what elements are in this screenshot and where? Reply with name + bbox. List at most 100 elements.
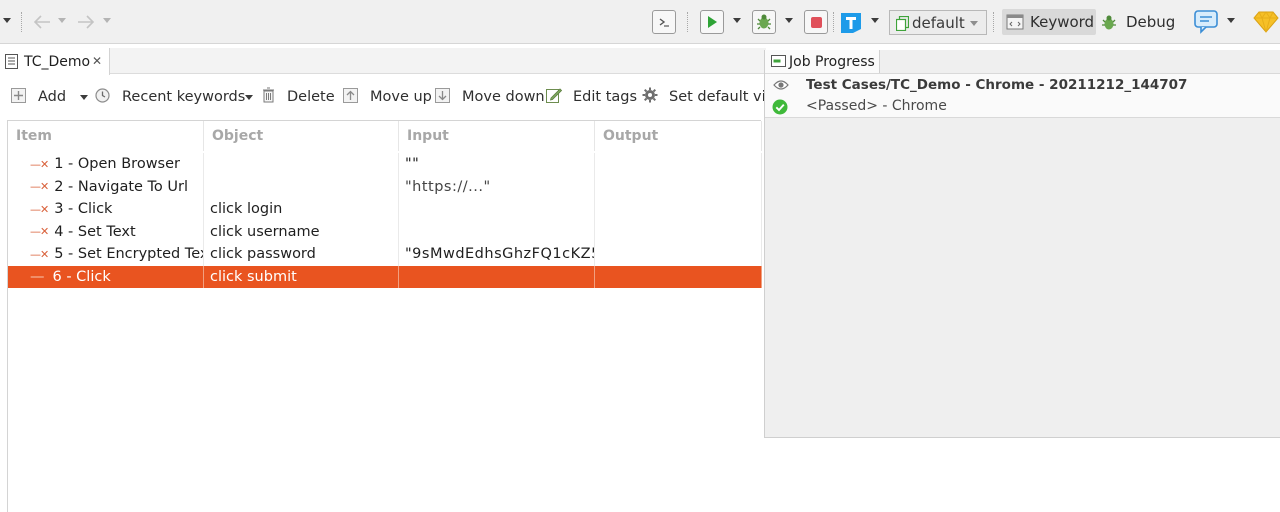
keyword-view-icon [1006,14,1024,34]
column-header-output[interactable]: Output [595,121,762,151]
recent-keywords-chevron-icon[interactable] [245,80,253,114]
table-row-selected[interactable]: — 6 - Click click submit [8,265,762,288]
toolbar-separator [21,12,22,32]
test-steps-table: Item Object Input Output —✕ 1 - Open Brow… [7,120,762,512]
set-default-view-button[interactable]: Set default vie [642,80,775,114]
tab-tc-demo-label: TC_Demo [24,53,91,70]
column-header-object[interactable]: Object [204,121,399,151]
move-down-button[interactable]: Move down [435,80,545,114]
terminal-icon[interactable] [652,10,676,34]
object-cell[interactable]: click password [204,243,399,266]
table-row[interactable]: —✕ 1 - Open Browser "" [8,153,762,176]
delete-label: Delete [287,89,335,105]
item-cell[interactable]: —✕ 4 - Set Text [8,220,204,243]
tab-job-progress[interactable]: Job Progress [765,50,880,73]
run-icon[interactable] [700,10,724,34]
toolbar-separator [993,12,994,32]
job-list: Test Cases/TC_Demo - Chrome - 20211212_1… [765,73,1280,118]
object-cell[interactable] [204,153,399,176]
table-row[interactable]: —✕ 3 - Click click login [8,198,762,221]
input-cell[interactable]: "https://..." [399,175,595,198]
move-up-button[interactable]: Move up [343,80,432,114]
move-down-label: Move down [462,89,545,105]
failed-step-icon: —✕ [30,157,49,171]
recent-keywords-button[interactable]: Recent keywords [95,80,245,114]
failed-step-icon: —✕ [30,202,49,216]
back-menu-chevron-icon[interactable] [58,18,66,23]
output-cell[interactable] [595,243,762,266]
profile-select-value: default [912,13,965,32]
item-text: 5 - Set Encrypted Text [54,246,204,263]
item-cell[interactable]: —✕ 3 - Click [8,198,204,221]
debug-menu-chevron-icon[interactable] [785,18,793,23]
keyword-perspective-label: Keyword [1030,13,1095,31]
input-cell[interactable]: "" [399,153,595,176]
profile-select[interactable]: default [889,10,987,35]
keyword-toolbar: Add Recent keywords Delete Move up Move … [0,80,775,114]
object-cell[interactable]: click submit [204,265,399,288]
katalon-menu-chevron-icon[interactable] [871,18,879,23]
debug-perspective-label: Debug [1126,13,1176,31]
close-icon[interactable]: ✕ [92,54,102,68]
editor-tab-bar: TC_Demo ✕ [0,48,766,75]
item-text: 2 - Navigate To Url [54,178,189,195]
table-header: Item Object Input Output [8,121,762,151]
table-row[interactable]: —✕ 4 - Set Text click username [8,220,762,243]
output-cell[interactable] [595,220,762,243]
debug-perspective-button[interactable]: Debug [1098,9,1178,35]
failed-step-icon: —✕ [30,180,49,194]
chat-icon[interactable] [1192,8,1222,36]
add-menu-chevron-icon[interactable] [80,80,88,114]
object-cell[interactable]: click login [204,198,399,221]
forward-menu-chevron-icon[interactable] [103,18,111,23]
output-cell[interactable] [595,198,762,221]
item-cell[interactable]: —✕ 1 - Open Browser [8,153,204,176]
gear-icon [642,87,658,107]
edit-tags-button[interactable]: Edit tags [546,80,637,114]
debug-bug-icon[interactable] [752,10,776,34]
katalon-icon[interactable] [838,10,864,36]
item-text: 4 - Set Text [54,223,136,240]
trash-icon [262,87,275,107]
input-cell[interactable] [399,220,595,243]
output-cell[interactable] [595,265,762,288]
job-title: Test Cases/TC_Demo - Chrome - 20211212_1… [806,77,1188,93]
table-row[interactable]: —✕ 2 - Navigate To Url "https://..." [8,175,762,198]
edit-icon [546,87,563,107]
eye-icon[interactable] [773,79,789,95]
add-button[interactable]: Add [11,80,66,114]
object-cell[interactable]: click username [204,220,399,243]
clock-icon [95,87,110,107]
output-cell[interactable] [595,175,762,198]
table-row[interactable]: —✕ 5 - Set Encrypted Text click password … [8,243,762,266]
forward-arrow-icon[interactable] [76,12,96,32]
gem-icon[interactable] [1252,9,1280,35]
copy-icon [895,15,910,35]
item-cell[interactable]: — 6 - Click [8,265,204,288]
object-cell[interactable] [204,175,399,198]
keyword-perspective-button[interactable]: Keyword [1002,9,1096,35]
item-cell[interactable]: —✕ 5 - Set Encrypted Text [8,243,204,266]
arrow-up-icon [343,87,358,107]
recent-keywords-label: Recent keywords [122,89,246,105]
toolbar-separator [833,12,834,32]
delete-button[interactable]: Delete [262,80,335,114]
job-status: <Passed> - Chrome [806,98,947,114]
output-cell[interactable] [595,153,762,176]
chat-menu-chevron-icon[interactable] [1227,18,1235,23]
failed-step-icon: —✕ [30,247,49,261]
run-menu-chevron-icon[interactable] [733,18,741,23]
input-cell[interactable]: "9sMwdEdhsGhzFQ1cKZ5SQ [399,243,595,266]
menu-chevron-icon[interactable] [3,18,11,23]
input-cell[interactable] [399,198,595,221]
add-icon [11,87,26,107]
test-case-editor: TC_Demo ✕ Add Recent keywords Delete Mov… [0,48,775,512]
item-cell[interactable]: —✕ 2 - Navigate To Url [8,175,204,198]
column-header-input[interactable]: Input [399,121,595,151]
tab-job-progress-label: Job Progress [789,53,875,70]
tab-tc-demo[interactable]: TC_Demo ✕ [0,48,110,75]
back-arrow-icon[interactable] [32,12,52,32]
column-header-item[interactable]: Item [8,121,204,151]
stop-icon[interactable] [804,10,828,34]
input-cell[interactable] [399,265,595,288]
